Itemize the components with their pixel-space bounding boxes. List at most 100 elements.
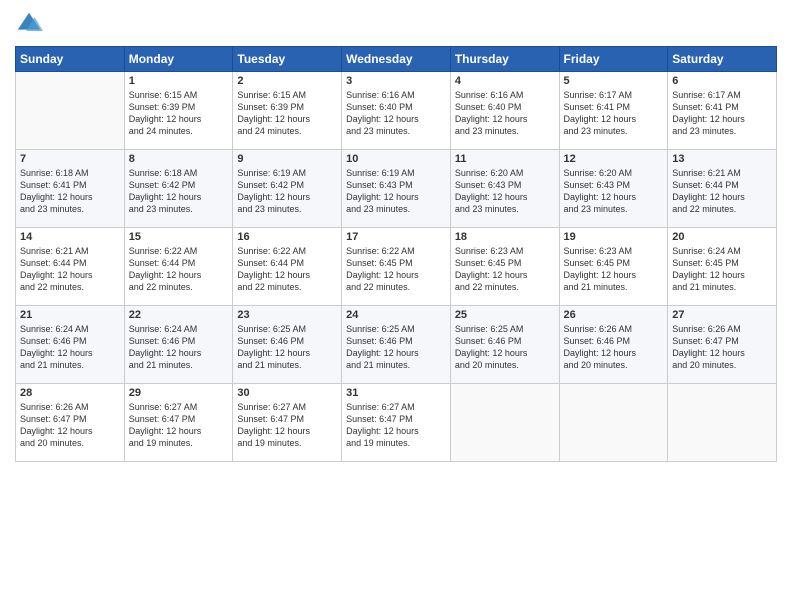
week-row-3: 21Sunrise: 6:24 AMSunset: 6:46 PMDayligh… — [16, 306, 777, 384]
day-header-wednesday: Wednesday — [342, 47, 451, 72]
calendar-cell: 14Sunrise: 6:21 AMSunset: 6:44 PMDayligh… — [16, 228, 125, 306]
day-number: 23 — [237, 309, 337, 321]
cell-info: Sunrise: 6:19 AMSunset: 6:43 PMDaylight:… — [346, 167, 446, 216]
calendar-cell — [16, 72, 125, 150]
week-row-4: 28Sunrise: 6:26 AMSunset: 6:47 PMDayligh… — [16, 384, 777, 462]
cell-info: Sunrise: 6:25 AMSunset: 6:46 PMDaylight:… — [455, 323, 555, 372]
cell-info: Sunrise: 6:16 AMSunset: 6:40 PMDaylight:… — [455, 89, 555, 138]
day-number: 5 — [564, 75, 664, 87]
cell-info: Sunrise: 6:27 AMSunset: 6:47 PMDaylight:… — [129, 401, 229, 450]
calendar-cell: 24 Sunrise: 6:25 AMSunset: 6:46 PMDayligh… — [342, 306, 451, 384]
cell-info: Sunrise: 6:15 AMSunset: 6:39 PMDaylight:… — [129, 89, 229, 138]
day-number: 28 — [20, 387, 120, 399]
day-number: 8 — [129, 153, 229, 165]
cell-info: Sunrise: 6:22 AMSunset: 6:45 PMDaylight:… — [346, 245, 446, 294]
day-header-monday: Monday — [124, 47, 233, 72]
calendar-cell: 11 Sunrise: 6:20 AMSunset: 6:43 PMDayligh… — [450, 150, 559, 228]
calendar-cell: 31 Sunrise: 6:27 AMSunset: 6:47 PMDayligh… — [342, 384, 451, 462]
day-number: 15 — [129, 231, 229, 243]
day-number: 13 — [672, 153, 772, 165]
day-number: 12 — [564, 153, 664, 165]
calendar-cell: 23Sunrise: 6:25 AMSunset: 6:46 PMDayligh… — [233, 306, 342, 384]
calendar-cell: 28Sunrise: 6:26 AMSunset: 6:47 PMDayligh… — [16, 384, 125, 462]
cell-info: Sunrise: 6:16 AMSunset: 6:40 PMDaylight:… — [346, 89, 446, 138]
calendar-cell: 1 Sunrise: 6:15 AMSunset: 6:39 PMDaylight… — [124, 72, 233, 150]
day-header-tuesday: Tuesday — [233, 47, 342, 72]
calendar-cell — [668, 384, 777, 462]
calendar-cell: 21Sunrise: 6:24 AMSunset: 6:46 PMDayligh… — [16, 306, 125, 384]
day-header-thursday: Thursday — [450, 47, 559, 72]
day-number: 26 — [564, 309, 664, 321]
day-number: 16 — [237, 231, 337, 243]
cell-info: Sunrise: 6:24 AMSunset: 6:46 PMDaylight:… — [20, 323, 120, 372]
day-header-friday: Friday — [559, 47, 668, 72]
calendar-cell: 16Sunrise: 6:22 AMSunset: 6:44 PMDayligh… — [233, 228, 342, 306]
calendar-cell — [559, 384, 668, 462]
week-row-0: 1 Sunrise: 6:15 AMSunset: 6:39 PMDaylight… — [16, 72, 777, 150]
day-number: 10 — [346, 153, 446, 165]
calendar-body: 1 Sunrise: 6:15 AMSunset: 6:39 PMDaylight… — [16, 72, 777, 462]
day-number: 3 — [346, 75, 446, 87]
day-number: 31 — [346, 387, 446, 399]
day-number: 18 — [455, 231, 555, 243]
cell-info: Sunrise: 6:18 AMSunset: 6:41 PMDaylight:… — [20, 167, 120, 216]
calendar-cell: 2 Sunrise: 6:15 AMSunset: 6:39 PMDaylight… — [233, 72, 342, 150]
day-number: 9 — [237, 153, 337, 165]
cell-info: Sunrise: 6:23 AMSunset: 6:45 PMDaylight:… — [564, 245, 664, 294]
cell-info: Sunrise: 6:25 AMSunset: 6:46 PMDaylight:… — [346, 323, 446, 372]
calendar-cell: 29 Sunrise: 6:27 AMSunset: 6:47 PMDayligh… — [124, 384, 233, 462]
header-row: SundayMondayTuesdayWednesdayThursdayFrid… — [16, 47, 777, 72]
calendar-cell: 17Sunrise: 6:22 AMSunset: 6:45 PMDayligh… — [342, 228, 451, 306]
cell-info: Sunrise: 6:21 AMSunset: 6:44 PMDaylight:… — [672, 167, 772, 216]
cell-info: Sunrise: 6:19 AMSunset: 6:42 PMDaylight:… — [237, 167, 337, 216]
day-number: 1 — [129, 75, 229, 87]
calendar-cell — [450, 384, 559, 462]
day-number: 27 — [672, 309, 772, 321]
week-row-2: 14Sunrise: 6:21 AMSunset: 6:44 PMDayligh… — [16, 228, 777, 306]
cell-info: Sunrise: 6:27 AMSunset: 6:47 PMDaylight:… — [346, 401, 446, 450]
calendar-cell: 25 Sunrise: 6:25 AMSunset: 6:46 PMDayligh… — [450, 306, 559, 384]
cell-info: Sunrise: 6:22 AMSunset: 6:44 PMDaylight:… — [129, 245, 229, 294]
calendar-table: SundayMondayTuesdayWednesdayThursdayFrid… — [15, 46, 777, 462]
logo — [15, 10, 47, 38]
calendar-cell: 8 Sunrise: 6:18 AMSunset: 6:42 PMDaylight… — [124, 150, 233, 228]
day-number: 24 — [346, 309, 446, 321]
calendar-cell: 10 Sunrise: 6:19 AMSunset: 6:43 PMDayligh… — [342, 150, 451, 228]
cell-info: Sunrise: 6:15 AMSunset: 6:39 PMDaylight:… — [237, 89, 337, 138]
logo-icon — [15, 10, 43, 38]
cell-info: Sunrise: 6:23 AMSunset: 6:45 PMDaylight:… — [455, 245, 555, 294]
calendar-cell: 20Sunrise: 6:24 AMSunset: 6:45 PMDayligh… — [668, 228, 777, 306]
day-number: 6 — [672, 75, 772, 87]
calendar-cell: 5 Sunrise: 6:17 AMSunset: 6:41 PMDaylight… — [559, 72, 668, 150]
calendar-cell: 4 Sunrise: 6:16 AMSunset: 6:40 PMDaylight… — [450, 72, 559, 150]
calendar-cell: 27 Sunrise: 6:26 AMSunset: 6:47 PMDayligh… — [668, 306, 777, 384]
day-number: 4 — [455, 75, 555, 87]
day-number: 11 — [455, 153, 555, 165]
cell-info: Sunrise: 6:26 AMSunset: 6:47 PMDaylight:… — [672, 323, 772, 372]
calendar-cell: 18 Sunrise: 6:23 AMSunset: 6:45 PMDayligh… — [450, 228, 559, 306]
cell-info: Sunrise: 6:18 AMSunset: 6:42 PMDaylight:… — [129, 167, 229, 216]
cell-info: Sunrise: 6:27 AMSunset: 6:47 PMDaylight:… — [237, 401, 337, 450]
cell-info: Sunrise: 6:20 AMSunset: 6:43 PMDaylight:… — [564, 167, 664, 216]
calendar-cell: 22Sunrise: 6:24 AMSunset: 6:46 PMDayligh… — [124, 306, 233, 384]
day-header-saturday: Saturday — [668, 47, 777, 72]
cell-info: Sunrise: 6:21 AMSunset: 6:44 PMDaylight:… — [20, 245, 120, 294]
day-number: 2 — [237, 75, 337, 87]
cell-info: Sunrise: 6:24 AMSunset: 6:45 PMDaylight:… — [672, 245, 772, 294]
day-number: 19 — [564, 231, 664, 243]
cell-info: Sunrise: 6:17 AMSunset: 6:41 PMDaylight:… — [672, 89, 772, 138]
day-header-sunday: Sunday — [16, 47, 125, 72]
day-number: 29 — [129, 387, 229, 399]
day-number: 30 — [237, 387, 337, 399]
calendar-cell: 26 Sunrise: 6:26 AMSunset: 6:46 PMDayligh… — [559, 306, 668, 384]
day-number: 25 — [455, 309, 555, 321]
cell-info: Sunrise: 6:20 AMSunset: 6:43 PMDaylight:… — [455, 167, 555, 216]
calendar-cell: 3 Sunrise: 6:16 AMSunset: 6:40 PMDaylight… — [342, 72, 451, 150]
cell-info: Sunrise: 6:17 AMSunset: 6:41 PMDaylight:… — [564, 89, 664, 138]
calendar-cell: 30 Sunrise: 6:27 AMSunset: 6:47 PMDayligh… — [233, 384, 342, 462]
calendar-cell: 7Sunrise: 6:18 AMSunset: 6:41 PMDaylight… — [16, 150, 125, 228]
calendar-header: SundayMondayTuesdayWednesdayThursdayFrid… — [16, 47, 777, 72]
calendar-cell: 13 Sunrise: 6:21 AMSunset: 6:44 PMDayligh… — [668, 150, 777, 228]
cell-info: Sunrise: 6:26 AMSunset: 6:46 PMDaylight:… — [564, 323, 664, 372]
calendar-cell: 15 Sunrise: 6:22 AMSunset: 6:44 PMDayligh… — [124, 228, 233, 306]
